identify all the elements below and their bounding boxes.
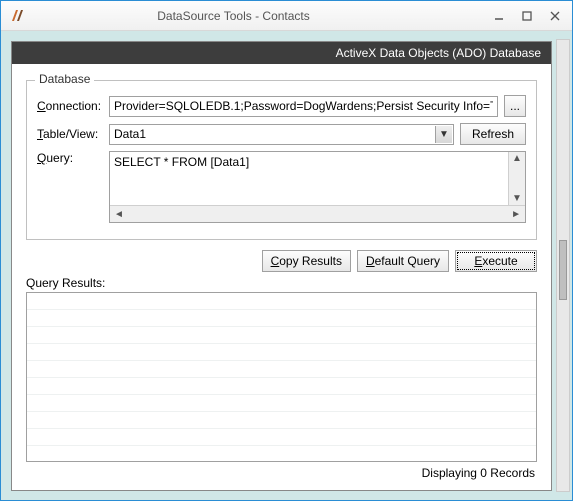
- query-vertical-scrollbar[interactable]: ▲ ▼: [508, 152, 525, 205]
- scroll-left-icon[interactable]: ◄: [110, 209, 128, 220]
- minimize-button[interactable]: [486, 6, 512, 26]
- window-titlebar: DataSource Tools - Contacts: [1, 1, 572, 31]
- query-horizontal-scrollbar[interactable]: ◄ ►: [110, 205, 525, 222]
- query-label: Query:: [37, 151, 109, 165]
- default-query-button[interactable]: Default Query: [357, 250, 449, 272]
- tableview-label: Table/View:: [37, 127, 109, 141]
- query-textarea[interactable]: [110, 152, 508, 205]
- tableview-select[interactable]: Data1: [109, 124, 454, 145]
- panel-body: Database Connection: ... Table/View: Dat…: [12, 64, 551, 490]
- client-area: ActiveX Data Objects (ADO) Database Data…: [1, 31, 572, 500]
- close-button[interactable]: [542, 6, 568, 26]
- connection-input[interactable]: [109, 96, 498, 117]
- outer-vertical-scrollbar[interactable]: [556, 39, 570, 492]
- scroll-right-icon[interactable]: ►: [507, 209, 525, 220]
- panel-header: ActiveX Data Objects (ADO) Database: [12, 42, 551, 64]
- connection-browse-button[interactable]: ...: [504, 95, 526, 117]
- status-text: Displaying 0 Records: [26, 462, 537, 480]
- database-groupbox: Database Connection: ... Table/View: Dat…: [26, 80, 537, 240]
- maximize-button[interactable]: [514, 6, 540, 26]
- app-icon: [9, 8, 25, 24]
- groupbox-legend: Database: [35, 72, 94, 86]
- connection-label: Connection:: [37, 99, 109, 113]
- scrollbar-thumb[interactable]: [559, 240, 567, 300]
- query-results-grid[interactable]: [26, 292, 537, 462]
- scroll-up-icon[interactable]: ▲: [512, 152, 522, 165]
- window-title: DataSource Tools - Contacts: [31, 9, 436, 23]
- main-panel: ActiveX Data Objects (ADO) Database Data…: [11, 41, 552, 491]
- copy-results-button[interactable]: Copy Results: [262, 250, 351, 272]
- execute-button[interactable]: Execute: [455, 250, 537, 272]
- query-box: ▲ ▼ ◄ ►: [109, 151, 526, 223]
- query-results-label: Query Results:: [26, 276, 537, 290]
- refresh-button[interactable]: Refresh: [460, 123, 526, 145]
- scroll-down-icon[interactable]: ▼: [512, 192, 522, 205]
- action-button-row: Copy Results Default Query Execute: [26, 250, 537, 272]
